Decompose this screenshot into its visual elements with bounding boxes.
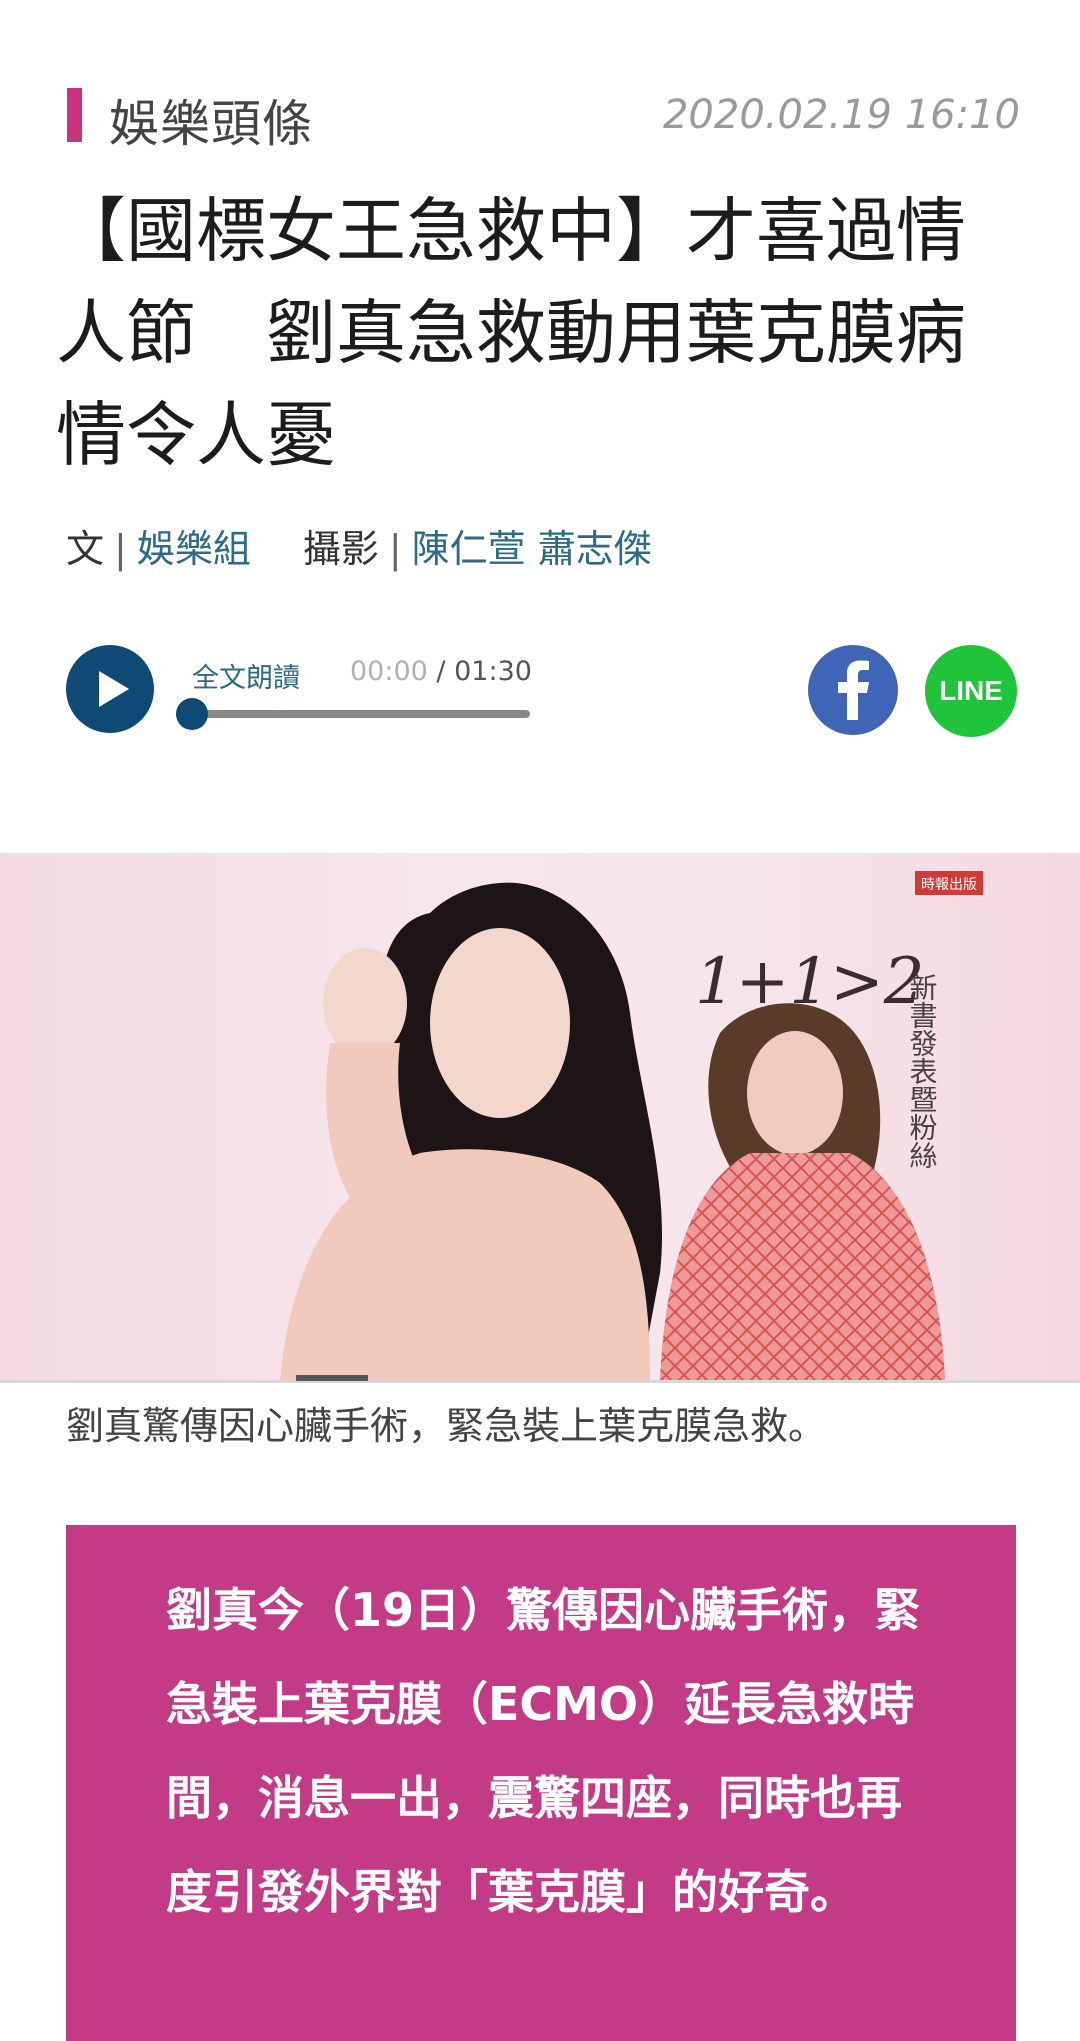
article-headline: 【國標女王急救中】才喜過情人節 劉真急救動用葉克膜病情令人憂 bbox=[56, 190, 966, 476]
hero-bottom-divider bbox=[0, 1380, 1080, 1383]
facebook-share-button[interactable] bbox=[808, 645, 898, 735]
facebook-icon bbox=[838, 660, 869, 720]
category-label[interactable]: 娛樂頭條 bbox=[109, 84, 313, 156]
audio-play-button[interactable] bbox=[66, 645, 154, 733]
audio-read-label: 全文朗讀 bbox=[192, 663, 300, 694]
article-summary-box: 劉真今（19日）驚傳因心臟手術，緊急裝上葉克膜（ECMO）延長急救時間，消息一出… bbox=[66, 1525, 1016, 2041]
audio-time-slash: / bbox=[436, 656, 446, 687]
hero-book-title: 1+1>2 bbox=[695, 945, 924, 1019]
byline-photo-prefix: 攝影 bbox=[302, 527, 379, 571]
line-label: LINE bbox=[939, 675, 1003, 706]
play-icon bbox=[99, 671, 129, 707]
category-accent-bar bbox=[67, 88, 82, 142]
hero-slide-indicator bbox=[296, 1375, 368, 1381]
byline-photographers-link[interactable]: 陳仁萱 蕭志傑 bbox=[412, 527, 652, 571]
article-hero-image[interactable]: 時報出版 1+1>2 新書發表暨粉絲 bbox=[0, 853, 1080, 1380]
audio-progress-handle[interactable] bbox=[176, 698, 208, 730]
audio-progress-track[interactable] bbox=[192, 710, 530, 718]
image-caption: 劉真驚傳因心臟手術，緊急裝上葉克膜急救。 bbox=[66, 1404, 827, 1448]
byline-separator: | bbox=[114, 527, 127, 571]
publisher-logo-text: 時報出版 bbox=[921, 877, 977, 893]
byline-author-link[interactable]: 娛樂組 bbox=[137, 527, 251, 571]
line-share-button[interactable]: LINE bbox=[925, 645, 1017, 737]
audio-current-time: 00:00 bbox=[350, 656, 428, 687]
byline: 文 | 娛樂組 攝影 | 陳仁萱 蕭志傑 bbox=[66, 518, 652, 573]
hero-vertical-text: 新書發表暨粉絲 bbox=[906, 973, 939, 1169]
byline-separator-2: | bbox=[388, 527, 402, 571]
article-summary-text: 劉真今（19日）驚傳因心臟手術，緊急裝上葉克膜（ECMO）延長急救時間，消息一出… bbox=[166, 1583, 921, 1919]
hero-illustration: 時報出版 1+1>2 新書發表暨粉絲 bbox=[280, 871, 983, 1380]
byline-text-prefix: 文 bbox=[66, 527, 105, 571]
publish-timestamp: 2020.02.19 16:10 bbox=[662, 92, 1020, 138]
audio-time-display: 00:00 / 01:30 bbox=[350, 656, 532, 687]
audio-total-time: 01:30 bbox=[454, 656, 532, 687]
